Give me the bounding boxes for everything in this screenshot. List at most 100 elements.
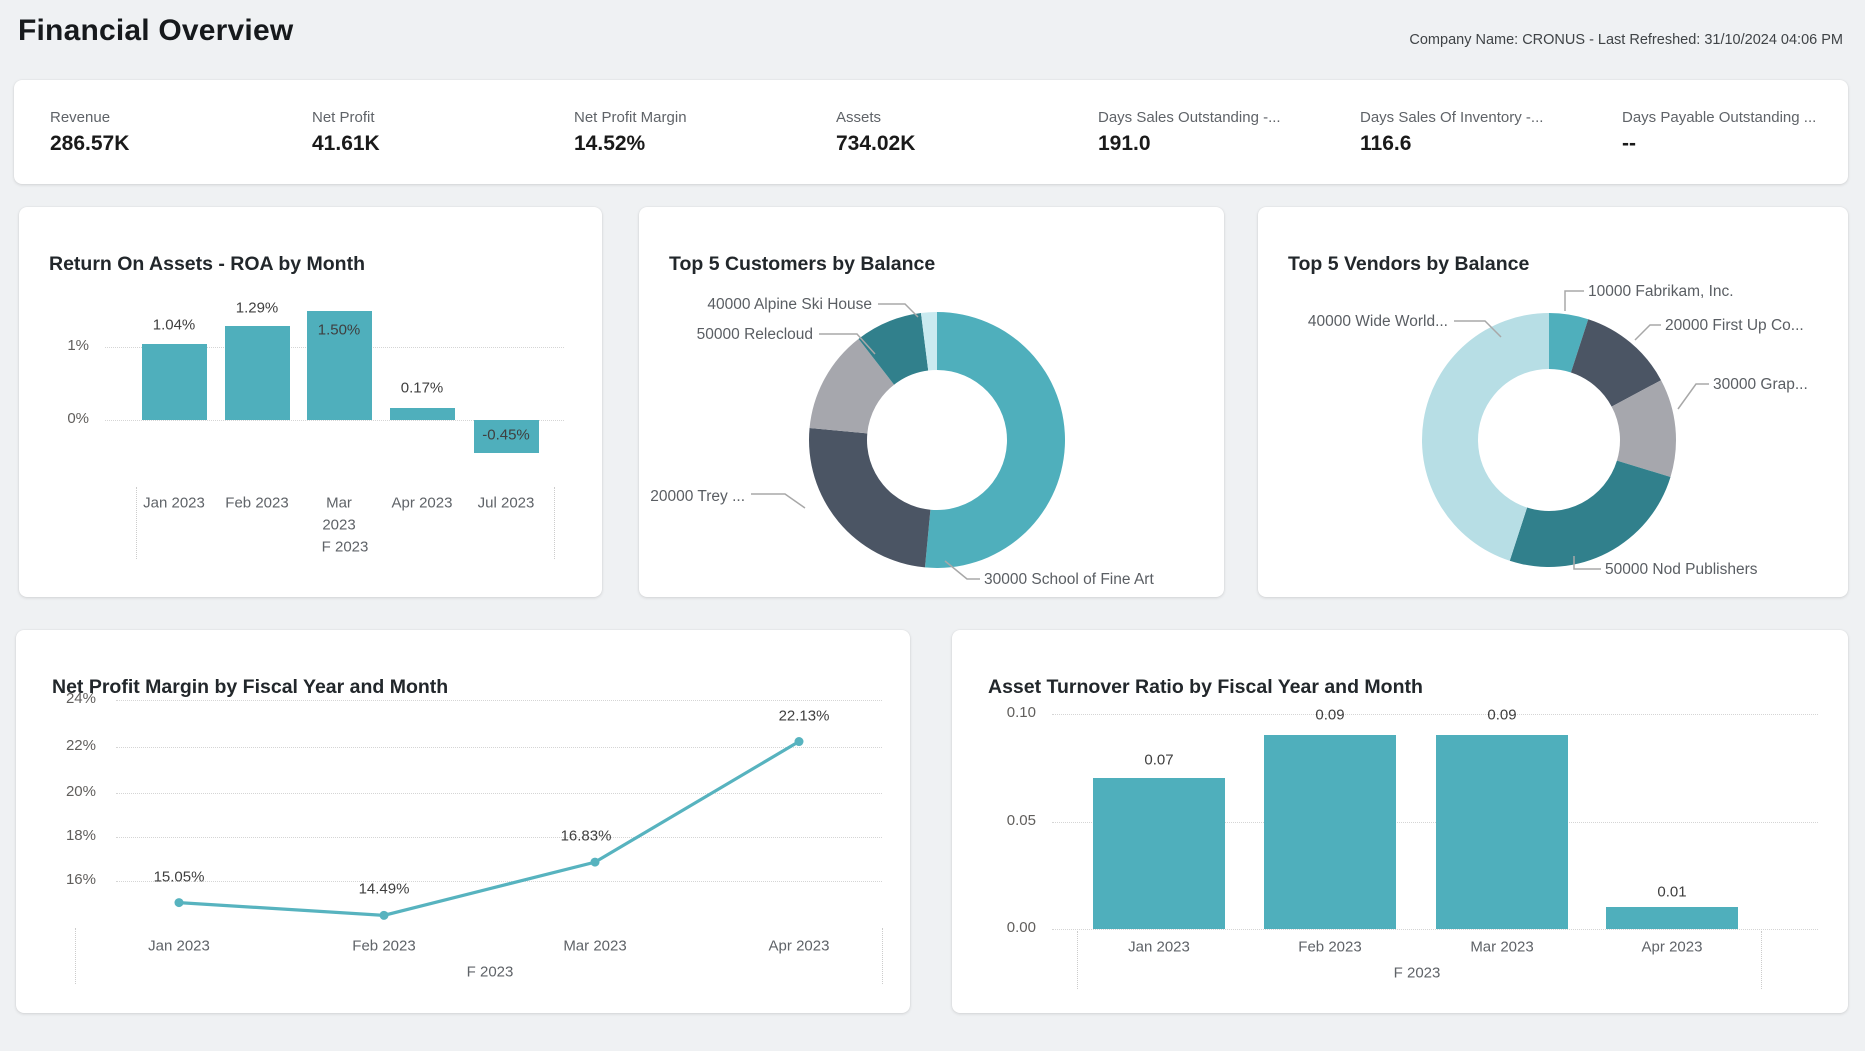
kpi-net-profit-margin[interactable]: Net Profit Margin 14.52% xyxy=(538,109,800,156)
line-point-Jan 2023[interactable] xyxy=(175,898,184,907)
kpi-value: 14.52% xyxy=(574,132,800,156)
kpi-days-payable-outstanding[interactable]: Days Payable Outstanding ... -- xyxy=(1586,109,1848,156)
fiscal-year-bracket xyxy=(554,487,555,559)
fiscal-year-label: F 2023 xyxy=(1394,965,1441,982)
bar-value-label: -0.45% xyxy=(482,427,530,444)
top-customers-chart-card: Top 5 Customers by Balance 40000 Alpine … xyxy=(639,207,1224,597)
kpi-revenue[interactable]: Revenue 286.57K xyxy=(14,109,276,156)
financial-overview-dashboard: Financial Overview Company Name: CRONUS … xyxy=(0,0,1865,1051)
customers-donut-plot: 40000 Alpine Ski House 50000 Relecloud 200… xyxy=(639,207,1224,597)
bar-value-label: 0.07 xyxy=(1144,752,1173,769)
x-axis-label: Jul 2023 xyxy=(478,495,535,512)
donut-chart: 40000 Alpine Ski House 50000 Relecloud 200… xyxy=(639,207,1224,597)
kpi-days-sales-of-inventory[interactable]: Days Sales Of Inventory -... 116.6 xyxy=(1324,109,1586,156)
bar-value-label: 0.09 xyxy=(1487,707,1516,724)
bar-Jan 2023[interactable] xyxy=(142,344,207,420)
donut-slice-label: 40000 Wide World... xyxy=(1308,313,1448,330)
x-axis-label: Jan 2023 xyxy=(1128,939,1190,956)
y-gridline xyxy=(1052,714,1818,715)
net-profit-margin-chart-card: Net Profit Margin by Fiscal Year and Mon… xyxy=(16,630,910,1013)
x-axis-label: Apr 2023 xyxy=(392,495,453,512)
point-value-label: 22.13% xyxy=(779,707,830,724)
x-axis-label: 2023 xyxy=(322,517,355,534)
bar-Apr 2023[interactable] xyxy=(390,408,455,420)
donut-slice-label: 20000 First Up Co... xyxy=(1665,317,1804,334)
kpi-days-sales-outstanding[interactable]: Days Sales Outstanding -... 191.0 xyxy=(1062,109,1324,156)
bar-Feb 2023[interactable] xyxy=(1264,735,1396,929)
kpi-label: Days Sales Of Inventory -... xyxy=(1360,109,1586,126)
donut-slice-label: 40000 Alpine Ski House xyxy=(707,296,872,313)
point-value-label: 16.83% xyxy=(561,828,612,845)
point-value-label: 14.49% xyxy=(359,881,410,898)
donut-chart: 10000 Fabrikam, Inc. 20000 First Up Co...… xyxy=(1258,207,1848,597)
vendors-donut-plot: 10000 Fabrikam, Inc. 20000 First Up Co...… xyxy=(1258,207,1848,597)
x-axis-label: Feb 2023 xyxy=(352,938,415,955)
fiscal-year-bracket xyxy=(136,487,137,559)
donut-slice-label: 50000 Nod Publishers xyxy=(1605,561,1758,578)
line-point-Mar 2023[interactable] xyxy=(591,858,600,867)
callout-line xyxy=(751,494,805,508)
x-axis-label: Mar xyxy=(326,495,352,512)
x-axis-label: Apr 2023 xyxy=(1642,939,1703,956)
kpi-value: 286.57K xyxy=(50,132,276,156)
bar-Jan 2023[interactable] xyxy=(1093,778,1225,929)
y-axis-tick: 0.10 xyxy=(952,704,1036,721)
roa-plot: 1%0%1.04%1.29%1.50%0.17%-0.45%Jan 2023Fe… xyxy=(19,207,602,597)
kpi-value: 116.6 xyxy=(1360,132,1586,156)
kpi-value: 41.61K xyxy=(312,132,538,156)
bar-value-label: 0.17% xyxy=(401,380,444,397)
point-value-label: 15.05% xyxy=(154,868,205,885)
line-chart xyxy=(16,630,910,1013)
donut-slice-label: 50000 Relecloud xyxy=(697,326,813,343)
donut-slice-20000 Trey ...[interactable] xyxy=(809,428,930,567)
y-gridline xyxy=(1052,929,1818,930)
page-title: Financial Overview xyxy=(18,14,293,48)
kpi-card: Revenue 286.57K Net Profit 41.61K Net Pr… xyxy=(14,80,1848,184)
y-axis-tick: 0.00 xyxy=(952,919,1036,936)
donut-slice-label: 10000 Fabrikam, Inc. xyxy=(1588,283,1734,300)
bar-value-label: 0.09 xyxy=(1315,707,1344,724)
donut-slice-30000 School of Fine Art[interactable] xyxy=(925,312,1065,568)
kpi-value: 734.02K xyxy=(836,132,1062,156)
donut-slice-label: 20000 Trey ... xyxy=(650,488,745,505)
kpi-assets[interactable]: Assets 734.02K xyxy=(800,109,1062,156)
asset-turnover-plot: 0.10 0.05 0.00 0.07 0.09 0.09 0.01 Jan 2023 Feb … xyxy=(952,630,1848,1013)
x-axis-label: Mar 2023 xyxy=(1470,939,1533,956)
y-axis-tick: 1% xyxy=(19,337,89,354)
net-profit-margin-plot: 24%22%20%18%16%15.05%14.49%16.83%22.13%J… xyxy=(16,630,910,1013)
x-axis-label: Jan 2023 xyxy=(143,495,205,512)
top-vendors-chart-card: Top 5 Vendors by Balance 10000 Fabrikam,… xyxy=(1258,207,1848,597)
bar-value-label: 1.50% xyxy=(318,322,361,339)
fiscal-year-label: F 2023 xyxy=(322,539,369,556)
fiscal-year-bracket xyxy=(882,928,883,984)
line-point-Feb 2023[interactable] xyxy=(380,911,389,920)
kpi-label: Net Profit xyxy=(312,109,538,126)
bar-value-label: 1.04% xyxy=(153,317,196,334)
y-axis-tick: 0.05 xyxy=(952,812,1036,829)
bar-Apr 2023[interactable] xyxy=(1606,907,1738,929)
bar-Feb 2023[interactable] xyxy=(225,326,290,420)
fiscal-year-bracket xyxy=(1761,931,1762,989)
line-point-Apr 2023[interactable] xyxy=(795,737,804,746)
kpi-value: -- xyxy=(1622,132,1848,156)
x-axis-label: Feb 2023 xyxy=(225,495,288,512)
line-series xyxy=(179,742,799,916)
fiscal-year-bracket xyxy=(75,928,76,984)
bar-Mar 2023[interactable] xyxy=(1436,735,1568,929)
kpi-net-profit[interactable]: Net Profit 41.61K xyxy=(276,109,538,156)
fiscal-year-label: F 2023 xyxy=(467,964,514,981)
callout-line xyxy=(1678,384,1709,409)
x-axis-label: Jan 2023 xyxy=(148,938,210,955)
donut-slice-label: 30000 School of Fine Art xyxy=(984,571,1154,588)
kpi-label: Days Payable Outstanding ... xyxy=(1622,109,1848,126)
kpi-label: Days Sales Outstanding -... xyxy=(1098,109,1324,126)
kpi-label: Revenue xyxy=(50,109,276,126)
bar-value-label: 0.01 xyxy=(1657,884,1686,901)
x-axis-label: Feb 2023 xyxy=(1298,939,1361,956)
x-axis-label: Mar 2023 xyxy=(563,938,626,955)
bar-value-label: 1.29% xyxy=(236,300,279,317)
asset-turnover-chart-card: Asset Turnover Ratio by Fiscal Year and … xyxy=(952,630,1848,1013)
callout-line xyxy=(1635,325,1661,340)
donut-slice-50000 Nod Publishers[interactable] xyxy=(1510,461,1671,567)
kpi-label: Assets xyxy=(836,109,1062,126)
